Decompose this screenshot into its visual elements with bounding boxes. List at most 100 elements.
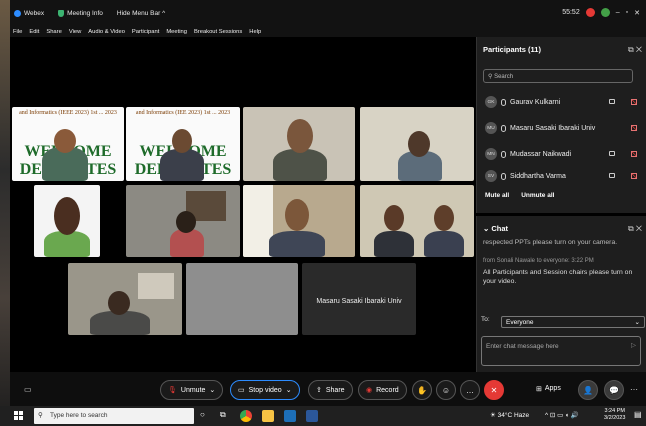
- chat-recipient-row: To: Everyone ⌄: [481, 316, 645, 328]
- chat-panel: ⌄ Chat ⧉ ✕ respected PPTs please turn on…: [476, 216, 646, 372]
- word-icon[interactable]: [306, 410, 318, 422]
- participant-row[interactable]: MU Masaru Sasaki Ibaraki Univ: [485, 117, 645, 139]
- participant-row[interactable]: MN Mudassar Naikwadi: [485, 143, 645, 165]
- menu-breakout[interactable]: Breakout Sessions: [194, 29, 242, 35]
- participant-figure: [424, 231, 464, 257]
- notifications-icon[interactable]: ▤: [634, 410, 642, 419]
- video-tile-participant-5[interactable]: [34, 185, 100, 257]
- windows-start-icon[interactable]: [14, 411, 23, 420]
- video-tile-welcome-2[interactable]: and Informatics (IEE 2023) 1st ... 2023 …: [126, 107, 240, 181]
- send-icon[interactable]: ▷: [631, 341, 636, 349]
- raise-hand-button[interactable]: ✋: [412, 380, 432, 400]
- video-tile-participant-4[interactable]: [360, 107, 474, 181]
- recipient-value: Everyone: [506, 319, 534, 326]
- participant-head: [287, 119, 313, 153]
- unmute-button[interactable]: 🎙 Unmute ⌄: [160, 380, 224, 400]
- people-icon: 👤: [583, 385, 593, 395]
- video-tile-blank[interactable]: [186, 263, 298, 335]
- camera-icon: [609, 173, 615, 178]
- meeting-info-button[interactable]: Meeting Info: [58, 9, 103, 17]
- chat-previous-message: respected PPTs please turn on your camer…: [483, 239, 618, 246]
- video-tile-participant-9[interactable]: [68, 263, 182, 335]
- webex-icon: [14, 9, 21, 17]
- chat-message-header: from Sonali Nawale to everyone: 3:22 PM: [483, 258, 594, 264]
- participant-name-label: Masaru Sasaki Ibaraki Univ: [316, 298, 402, 305]
- share-icon: ⇪: [316, 387, 322, 394]
- camera-off-icon: [631, 99, 637, 105]
- apps-button[interactable]: ⊞ Apps: [536, 385, 561, 393]
- mute-all-button[interactable]: Mute all: [485, 192, 509, 199]
- leave-meeting-button[interactable]: ✕: [484, 380, 504, 400]
- microphone-icon: [501, 150, 506, 158]
- participant-row[interactable]: GK Gaurav Kulkarni: [485, 91, 645, 113]
- weather-widget[interactable]: ☀ 34°C Haze: [490, 411, 529, 419]
- meeting-info-label: Meeting Info: [67, 9, 103, 17]
- video-grid: and Informatics (IEEE 2023) 1st ... 2023…: [10, 37, 476, 372]
- participant-figure: [273, 149, 327, 181]
- stop-video-button[interactable]: ▭ Stop video ⌄: [230, 380, 300, 400]
- video-tile-name-only[interactable]: Masaru Sasaki Ibaraki Univ: [302, 263, 416, 335]
- menu-view[interactable]: View: [69, 29, 81, 35]
- participant-row[interactable]: SV Siddhartha Varma: [485, 169, 645, 183]
- more-options-button[interactable]: …: [460, 380, 480, 400]
- video-tile-welcome-1[interactable]: and Informatics (IEEE 2023) 1st ... 2023…: [12, 107, 124, 181]
- menu-participant[interactable]: Participant: [132, 29, 159, 35]
- menu-share[interactable]: Share: [46, 29, 61, 35]
- stop-video-label: Stop video: [248, 386, 282, 394]
- record-button[interactable]: ◉ Record: [358, 380, 407, 400]
- chat-input[interactable]: Enter chat message here ▷: [481, 336, 641, 366]
- close-icon[interactable]: ✕: [634, 9, 640, 17]
- close-icon: ✕: [490, 385, 498, 395]
- chat-toggle-button[interactable]: 💬: [604, 380, 624, 400]
- participant-head: [434, 205, 454, 231]
- menu-file[interactable]: File: [13, 29, 22, 35]
- popout-close-icons[interactable]: ⧉ ✕: [628, 224, 642, 234]
- chat-title: ⌄ Chat: [483, 224, 509, 233]
- participant-name: Masaru Sasaki Ibaraki Univ: [510, 124, 596, 132]
- task-view-icon[interactable]: ⧉: [220, 410, 226, 420]
- search-icon: ⚲: [38, 412, 43, 419]
- webex-logo[interactable]: Webex: [14, 9, 44, 17]
- wall-background: [138, 273, 174, 299]
- participants-search-input[interactable]: ⚲ Search: [483, 69, 633, 83]
- chat-icon: 💬: [609, 385, 619, 395]
- file-explorer-icon[interactable]: [262, 410, 274, 422]
- unmute-all-button[interactable]: Unmute all: [521, 192, 554, 199]
- video-tile-participant-7[interactable]: [243, 185, 355, 257]
- popout-close-icons[interactable]: ⧉ ✕: [628, 45, 642, 55]
- microphone-icon: [501, 172, 506, 180]
- chrome-icon[interactable]: [240, 410, 252, 422]
- more-icon[interactable]: ⋯: [630, 385, 638, 394]
- system-tray-icons[interactable]: ^ ⊡ ▭ ◖ 🔊: [545, 411, 579, 419]
- mute-controls: Mute all Unmute all: [485, 192, 554, 199]
- participants-toggle-button[interactable]: 👤: [578, 380, 598, 400]
- smiley-icon: ☺: [441, 385, 451, 395]
- connection-icon[interactable]: [600, 8, 610, 17]
- share-button[interactable]: ⇪ Share: [308, 380, 353, 400]
- chevron-down-icon: ⌄: [285, 387, 292, 394]
- webex-taskbar-icon[interactable]: [284, 410, 296, 422]
- minimize-icon[interactable]: –: [616, 9, 620, 16]
- recipient-select[interactable]: Everyone ⌄: [501, 316, 645, 328]
- captions-icon[interactable]: ▭: [24, 385, 32, 394]
- menu-meeting[interactable]: Meeting: [166, 29, 187, 35]
- menu-edit[interactable]: Edit: [29, 29, 39, 35]
- maximize-icon[interactable]: ▫: [626, 9, 628, 16]
- cortana-icon[interactable]: ○: [200, 410, 205, 419]
- taskbar-search-placeholder: Type here to search: [50, 412, 108, 419]
- recording-indicator-icon[interactable]: [585, 8, 595, 17]
- hand-icon: ✋: [417, 385, 427, 395]
- hide-menu-bar-button[interactable]: Hide Menu Bar ^: [117, 10, 165, 17]
- taskbar-search-input[interactable]: ⚲ Type here to search: [34, 408, 194, 424]
- video-tile-participant-3[interactable]: [243, 107, 355, 181]
- participant-name: Mudassar Naikwadi: [510, 150, 572, 158]
- reactions-button[interactable]: ☺: [436, 380, 456, 400]
- menu-audio-video[interactable]: Audio & Video: [88, 29, 125, 35]
- video-tile-participant-6[interactable]: [126, 185, 240, 257]
- meeting-controls: ▭ 🎙 Unmute ⌄ ▭ Stop video ⌄ ⇪ Share ◉ Record ✋…: [10, 372, 646, 406]
- weather-text: 34°C Haze: [497, 412, 530, 419]
- participant-figure: [269, 231, 325, 257]
- taskbar-clock[interactable]: 3:24 PM 3/2/2023: [604, 408, 625, 422]
- video-tile-participant-8[interactable]: [360, 185, 474, 257]
- menu-help[interactable]: Help: [249, 29, 261, 35]
